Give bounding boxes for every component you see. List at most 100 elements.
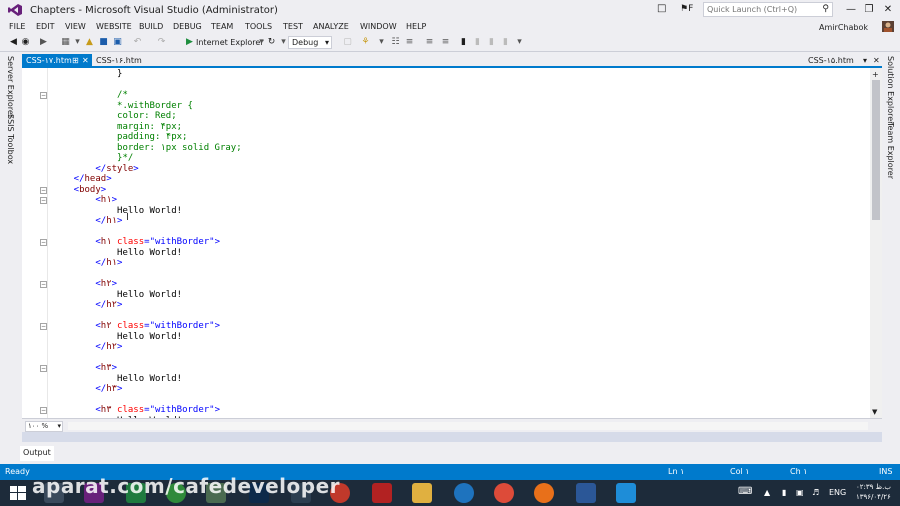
menu-window[interactable]: WINDOW [360, 22, 397, 31]
code-line[interactable]: /* [52, 90, 128, 100]
solution-configuration-select[interactable]: Debug ▾ [288, 36, 332, 49]
code-line[interactable]: <h۱> [52, 195, 117, 205]
zoom-level-select[interactable]: ۱۰۰ % ▾ [25, 421, 63, 432]
refresh-icon[interactable]: ↻ [266, 37, 277, 48]
redo-icon[interactable]: ↷ [156, 37, 167, 48]
code-line[interactable]: Hello World! [52, 332, 182, 342]
fold-toggle-icon[interactable]: − [40, 365, 47, 372]
keyboard-icon[interactable]: ⌨ [738, 486, 752, 497]
browser-link-icon[interactable]: ⚘ [360, 37, 371, 48]
fold-toggle-icon[interactable]: − [40, 197, 47, 204]
code-line[interactable]: </h۱> [52, 258, 122, 268]
code-line[interactable]: Hello World! [52, 206, 182, 216]
run-target-label[interactable]: Internet Explorer [196, 38, 264, 47]
user-name[interactable]: AmirChabok [819, 23, 868, 32]
code-line[interactable]: </h۲> [52, 300, 122, 310]
code-line[interactable]: <h۲> [52, 279, 117, 289]
app-window-icon[interactable] [616, 483, 636, 503]
menu-test[interactable]: TEST [283, 22, 303, 31]
bookmark-icon[interactable]: ▮ [458, 37, 469, 48]
fold-toggle-icon[interactable]: − [40, 186, 47, 194]
remote-desktop-icon[interactable] [576, 483, 596, 503]
feedback-icon[interactable]: □ [657, 3, 666, 14]
minimize-button[interactable]: — [843, 2, 859, 17]
code-line[interactable]: <h۲ class="withBorder"> [52, 321, 220, 331]
menu-team[interactable]: TEAM [211, 22, 233, 31]
restore-button[interactable]: ❐ [861, 2, 877, 17]
tab-dropdown-icon[interactable]: ▾ [863, 56, 867, 65]
code-line[interactable]: margin: ۴px; [52, 122, 182, 132]
fold-toggle-icon[interactable]: − [40, 239, 47, 246]
fold-toggle-icon[interactable]: − [40, 407, 47, 414]
menu-edit[interactable]: EDIT [36, 22, 54, 31]
format-icon[interactable]: ☷ [390, 37, 401, 48]
chrome-icon[interactable] [494, 483, 514, 503]
code-line[interactable]: <h۳> [52, 363, 117, 373]
code-line[interactable]: <h۳ class="withBorder"> [52, 405, 220, 415]
filezilla-app-icon[interactable] [372, 483, 392, 503]
navigate-back-icon[interactable]: ◉ [20, 37, 31, 48]
code-line[interactable]: } [52, 69, 122, 79]
new-project-icon[interactable]: ▦ [60, 37, 71, 48]
output-tab[interactable]: Output [20, 446, 54, 461]
split-editor-icon[interactable]: + [872, 70, 879, 79]
vertical-scroll-thumb[interactable] [872, 80, 880, 220]
code-line[interactable]: *.withBorder { [52, 101, 193, 111]
code-line[interactable]: <h۱ class="withBorder"> [52, 237, 220, 247]
firefox-icon[interactable] [534, 483, 554, 503]
ssis-toolbox-tab[interactable]: SSIS Toolbox [6, 114, 15, 164]
indent-icon[interactable]: ≡ [404, 37, 415, 48]
tab-css-16[interactable]: CSS-۱۶.htm [92, 54, 167, 68]
attach-icon[interactable]: ▢ [342, 37, 353, 48]
code-line[interactable]: border: ۱px solid Gray; [52, 143, 242, 153]
search-icon[interactable]: ⚲ [822, 4, 829, 14]
code-line[interactable]: Hello World! [52, 290, 182, 300]
menu-file[interactable]: FILE [9, 22, 25, 31]
volume-icon[interactable]: ♬ [812, 488, 819, 497]
prev-bookmark-icon[interactable]: ▮ [472, 37, 483, 48]
code-line[interactable]: Hello World! [52, 374, 182, 384]
horizontal-scrollbar[interactable] [68, 422, 868, 430]
scroll-down-icon[interactable]: ▼ [872, 408, 877, 416]
menu-tools[interactable]: TOOLS [245, 22, 272, 31]
quick-launch-input[interactable] [704, 3, 814, 16]
code-line[interactable]: <body> [52, 185, 107, 195]
show-hidden-icons-icon[interactable]: ▲ [764, 488, 770, 497]
fold-toggle-icon[interactable]: − [40, 323, 47, 330]
comment-icon[interactable]: ≡ [424, 37, 435, 48]
clock-time[interactable]: ۰۲:۳۹ ب.ظ [856, 483, 891, 491]
tab-css-15[interactable]: CSS-۱۵.htm [804, 54, 864, 68]
clear-bookmark-icon[interactable]: ▮ [500, 37, 511, 48]
internet-explorer-icon[interactable] [454, 483, 474, 503]
server-explorer-tab[interactable]: Server Explorer [6, 56, 15, 118]
notification-flag-icon[interactable]: ⚑F [680, 4, 693, 14]
clock-date[interactable]: ۱۳۹۶/۰۴/۲۶ [856, 493, 891, 501]
solution-explorer-tab[interactable]: Solution Explorer [886, 56, 895, 124]
menu-website[interactable]: WEBSITE [96, 22, 132, 31]
save-icon[interactable]: ■ [98, 37, 109, 48]
menu-analyze[interactable]: ANALYZE [313, 22, 349, 31]
code-line[interactable]: </h۳> [52, 384, 122, 394]
code-line[interactable]: </style> [52, 164, 138, 174]
close-all-icon[interactable]: ✕ [873, 56, 880, 65]
network-icon[interactable]: ▣ [796, 488, 804, 497]
menu-debug[interactable]: DEBUG [173, 22, 202, 31]
close-button[interactable]: ✕ [880, 2, 896, 17]
code-line[interactable]: </h۱> [52, 216, 122, 226]
menu-view[interactable]: VIEW [65, 22, 86, 31]
code-line[interactable]: </h۲> [52, 342, 122, 352]
next-bookmark-icon[interactable]: ▮ [486, 37, 497, 48]
back-icon[interactable]: ◀ [8, 37, 19, 48]
code-editor[interactable]: − − − − − − − − } /* *.withBorder { color: Red;… [22, 68, 882, 418]
menu-help[interactable]: HELP [406, 22, 426, 31]
tab-css-17[interactable]: CSS-۱۷.htm ⊞ ✕ [22, 54, 92, 68]
pin-icon[interactable]: ⊞ [72, 56, 79, 65]
team-explorer-tab[interactable]: Team Explorer [886, 122, 895, 179]
uncomment-icon[interactable]: ≡ [440, 37, 451, 48]
code-line[interactable]: color: Red; [52, 111, 177, 121]
user-avatar-icon[interactable] [882, 21, 894, 32]
battery-icon[interactable]: ▮ [782, 488, 786, 497]
code-line[interactable]: </head> [52, 174, 112, 184]
quick-launch-box[interactable]: ⚲ [703, 2, 833, 17]
save-all-icon[interactable]: ▣ [112, 37, 123, 48]
